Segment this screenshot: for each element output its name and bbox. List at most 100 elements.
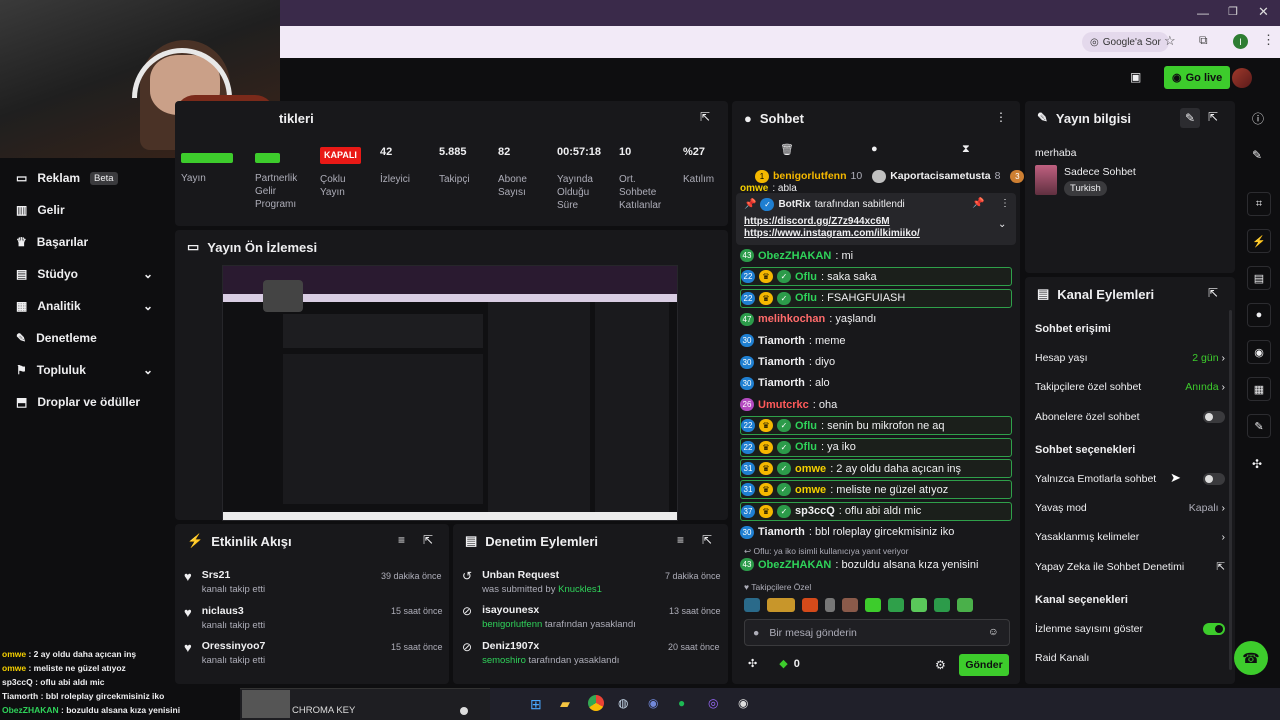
sidebar-item-analitik[interactable]: ▦ Analitik ⌄ (0, 290, 172, 322)
edit-icon[interactable]: ✎ (1252, 148, 1262, 162)
support-button[interactable]: ☎ (1234, 641, 1268, 675)
sidebar-item-reklam[interactable]: ▭ Reklam Beta (0, 162, 172, 194)
document-icon[interactable]: ▤ (1247, 266, 1271, 290)
banned-words-setting[interactable]: Yasaklanmış kelimeler › (1035, 527, 1225, 547)
spotify-icon[interactable]: ● (678, 696, 685, 710)
chat-username[interactable]: Tiamorth (758, 377, 805, 389)
chat-username[interactable]: ObezZHAKAN (758, 250, 831, 262)
profile-avatar[interactable]: I (1233, 34, 1248, 49)
windows-start-icon[interactable]: ⊞ (530, 696, 542, 713)
sidebar-item-droplar[interactable]: ⬒ Droplar ve ödüller (0, 386, 172, 418)
pinned-message[interactable]: 📌 ✓ BotRix tarafından sabitlendi https://d… (736, 193, 1016, 245)
chat-username[interactable]: Oflu (795, 292, 817, 304)
emote-icon[interactable] (888, 598, 904, 612)
stream-preview-video[interactable] (222, 265, 678, 521)
chat-username[interactable]: omwe (795, 484, 826, 496)
emote-icon[interactable] (825, 598, 835, 612)
chat-username[interactable]: Oflu (795, 271, 817, 283)
app-icon[interactable]: ◎ (708, 696, 718, 710)
category-name[interactable]: Sadece Sohbet (1064, 166, 1136, 178)
discord-icon[interactable]: ◉ (648, 696, 658, 710)
emote-only-toggle[interactable] (1203, 473, 1225, 485)
show-viewers-toggle[interactable] (1203, 623, 1225, 635)
info-icon[interactable]: ⓘ (1252, 110, 1264, 127)
chat-bubble-icon[interactable]: ● (871, 143, 878, 155)
emote-icon[interactable] (802, 598, 818, 612)
extensions-icon[interactable]: ⧉ (1199, 33, 1208, 48)
more-options-icon[interactable]: ⋮ (1000, 198, 1010, 209)
discord-link[interactable]: https://discord.gg/Z7z944xc6M (744, 216, 1008, 227)
subscribers-only-toggle[interactable] (1203, 411, 1225, 423)
edit-icon[interactable]: ✎ (1180, 108, 1200, 128)
add-widget-icon[interactable]: ✣ (1252, 457, 1262, 471)
sidebar-item-basarilar[interactable]: ♛ Başarılar (0, 226, 172, 258)
popout-icon[interactable]: ⇱ (423, 533, 433, 547)
popout-icon[interactable]: ⇱ (700, 110, 710, 124)
emote-icon[interactable] (957, 598, 973, 612)
ai-moderation-setting[interactable]: Yapay Zeka ile Sohbet Denetimi ⇱ (1035, 557, 1225, 577)
chat-username[interactable]: sp3ccQ (795, 505, 835, 517)
close-window-icon[interactable]: ✕ (1258, 4, 1269, 20)
scrollbar[interactable] (1229, 310, 1232, 670)
chat-username[interactable]: Tiamorth (758, 356, 805, 368)
lightning-icon[interactable]: ⚡ (1247, 229, 1271, 253)
maximize-icon[interactable]: ❐ (1228, 5, 1238, 18)
subscribers-only-setting[interactable]: Abonelere özel sohbet (1035, 407, 1225, 427)
user-avatar[interactable] (1232, 68, 1252, 88)
emoji-icon[interactable]: ☺ (988, 626, 999, 638)
send-button[interactable]: Gönder (959, 654, 1009, 676)
chat-username[interactable]: Tiamorth (758, 526, 805, 538)
bookmark-star-icon[interactable]: ☆ (1164, 33, 1176, 49)
emote-icon[interactable] (767, 598, 795, 612)
go-live-button[interactable]: ◉ Go live (1164, 66, 1231, 89)
popout-icon[interactable]: ⇱ (702, 533, 712, 547)
sidebar-item-studyo[interactable]: ▤ Stüdyo ⌄ (0, 258, 172, 290)
theater-mode-icon[interactable]: ▣ (1130, 70, 1141, 84)
emote-icon[interactable] (934, 598, 950, 612)
slow-mode-setting[interactable]: Yavaş mod Kapalı › (1035, 498, 1225, 518)
chat-username[interactable]: omwe (795, 463, 826, 475)
chat-username[interactable]: Oflu (795, 441, 817, 453)
popout-icon[interactable]: ⇱ (1208, 286, 1218, 300)
chat-settings-icon[interactable]: ✣ (748, 657, 757, 670)
layout-icon[interactable]: ▦ (1247, 377, 1271, 401)
minimize-icon[interactable]: — (1197, 6, 1209, 20)
filter-icon[interactable]: ≡ (398, 533, 405, 547)
sidebar-item-gelir[interactable]: ▥ Gelir (0, 194, 172, 226)
emote-only-setting[interactable]: Yalnızca Emotlarla sohbet (1035, 469, 1225, 489)
hourglass-icon[interactable]: ⧗ (962, 143, 970, 156)
channel-points-icon[interactable]: ◆ (779, 657, 787, 670)
show-viewers-setting[interactable]: İzlenme sayısını göster (1035, 619, 1225, 639)
sidebar-item-denetleme[interactable]: ✎ Denetleme (0, 322, 172, 354)
more-options-icon[interactable]: ⋮ (995, 110, 1007, 124)
broadcast-icon[interactable]: ◉ (1247, 340, 1271, 364)
screenshot-icon[interactable]: ⌗ (1247, 192, 1271, 216)
sidebar-item-topluluk[interactable]: ⚑ Topluluk ⌄ (0, 354, 172, 386)
instagram-link[interactable]: https://www.instagram.com/ilkimiiko/ (744, 228, 1008, 239)
file-explorer-icon[interactable]: ▰ (560, 696, 570, 712)
chat-username[interactable]: Tiamorth (758, 335, 805, 347)
chat-bubble-icon[interactable]: ● (1247, 303, 1271, 327)
chevron-down-icon[interactable]: ⌄ (998, 219, 1006, 230)
emote-icon[interactable] (911, 598, 927, 612)
steam-icon[interactable]: ◍ (618, 696, 628, 710)
chat-username[interactable]: melihkochan (758, 313, 825, 325)
followers-only-setting[interactable]: Takipçilere özel sohbet Anında › (1035, 377, 1225, 397)
chat-username[interactable]: Umutcrkc (758, 399, 809, 411)
popout-icon[interactable]: ⇱ (1208, 110, 1218, 124)
google-lens-chip[interactable]: ◎ Google'a Sor (1082, 32, 1169, 52)
pin-icon[interactable]: 📌 (972, 198, 984, 209)
chat-username[interactable]: Oflu (795, 420, 817, 432)
wrench-icon[interactable]: ✎ (1247, 414, 1271, 438)
chrome-icon[interactable] (588, 695, 604, 711)
trash-icon[interactable]: 🗑 (780, 143, 794, 156)
browser-menu-icon[interactable]: ⋮ (1262, 32, 1275, 48)
top-chatter-name[interactable]: benigorlutfenn (773, 170, 847, 182)
raid-channel-setting[interactable]: Raid Kanalı (1035, 648, 1225, 668)
gear-icon[interactable]: ⚙ (935, 658, 946, 672)
account-age-setting[interactable]: Hesap yaşı 2 gün › (1035, 348, 1225, 368)
obs-icon[interactable]: ◉ (738, 696, 748, 710)
emote-icon[interactable] (842, 598, 858, 612)
filter-icon[interactable]: ≡ (677, 533, 684, 547)
emote-icon[interactable] (865, 598, 881, 612)
